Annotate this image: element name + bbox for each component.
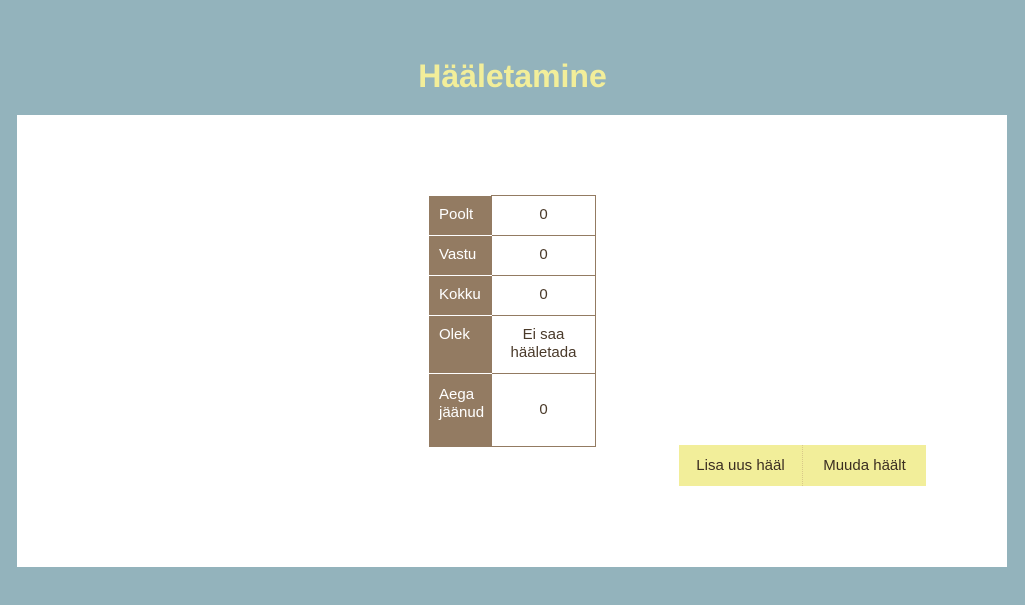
page-title: Hääletamine <box>418 58 607 94</box>
table-row-total: Kokku 0 <box>429 274 596 316</box>
main-panel: Poolt 0 Vastu 0 Kokku 0 Olek Ei saa hääl… <box>17 115 1007 567</box>
row-value-state: Ei saa hääletada <box>491 314 596 374</box>
row-label-time-left: Aega jäänud <box>429 373 492 447</box>
row-label-for: Poolt <box>429 195 492 236</box>
row-value-time-left: 0 <box>491 372 596 447</box>
row-value-against: 0 <box>491 234 596 276</box>
table-row-state: Olek Ei saa hääletada <box>429 314 596 374</box>
table-row-time-left: Aega jäänud 0 <box>429 372 596 447</box>
action-buttons: Lisa uus hääl Muuda häält <box>679 445 926 486</box>
table-row-against: Vastu 0 <box>429 234 596 276</box>
row-label-total: Kokku <box>429 275 492 316</box>
row-value-total: 0 <box>491 274 596 316</box>
add-vote-button[interactable]: Lisa uus hääl <box>679 445 803 486</box>
change-vote-button[interactable]: Muuda häält <box>803 445 926 486</box>
row-label-state: Olek <box>429 315 492 374</box>
table-row-for: Poolt 0 <box>429 195 596 236</box>
row-label-against: Vastu <box>429 235 492 276</box>
row-value-for: 0 <box>491 195 596 236</box>
vote-summary-table: Poolt 0 Vastu 0 Kokku 0 Olek Ei saa hääl… <box>429 195 596 447</box>
